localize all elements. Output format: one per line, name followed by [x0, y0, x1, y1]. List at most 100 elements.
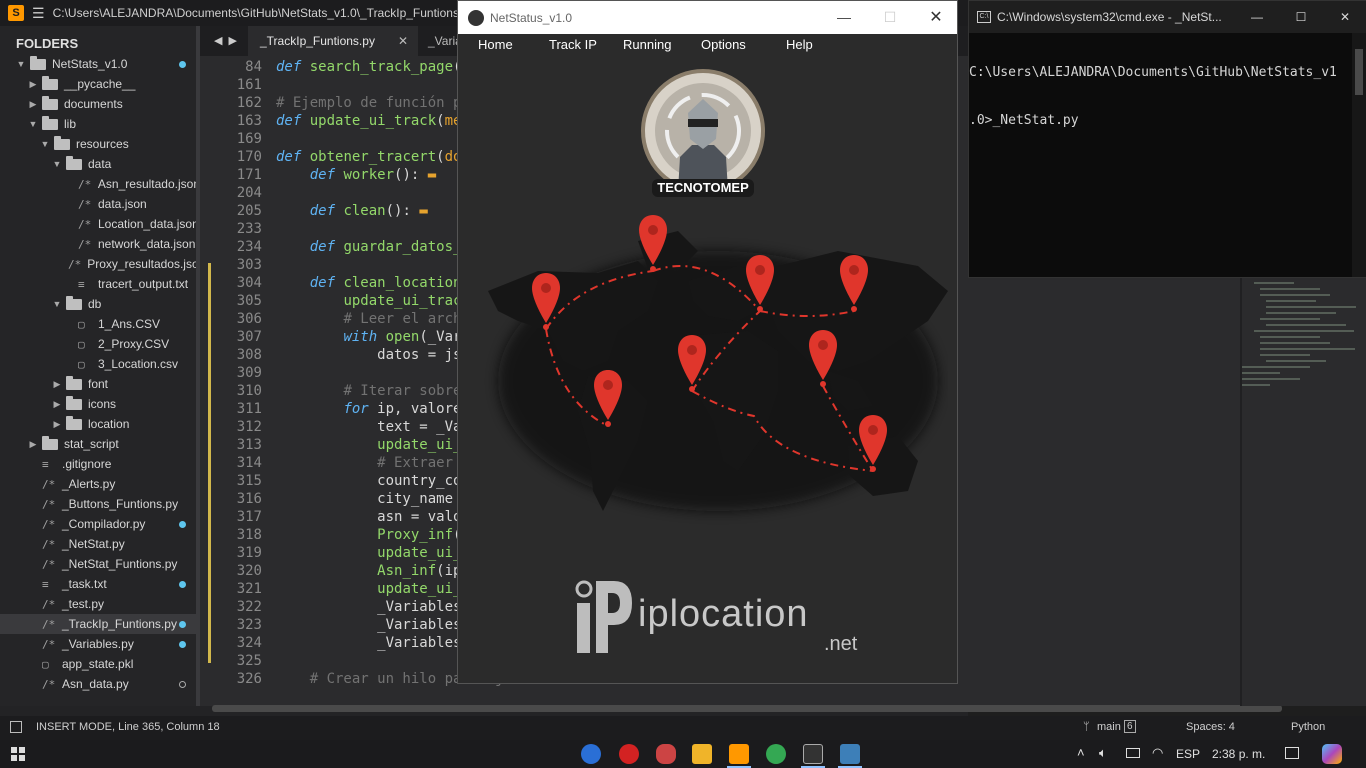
copilot-icon[interactable]	[1322, 744, 1342, 764]
menu-home[interactable]: Home	[478, 37, 513, 52]
chevron-down-icon[interactable]: ▼	[16, 59, 26, 69]
menu-icon[interactable]: ☰	[32, 5, 45, 22]
sidebar-file[interactable]: /* _Variables.py	[0, 634, 200, 654]
wifi-icon[interactable]: ◠	[1152, 745, 1163, 761]
code-line[interactable]: with open(_Var	[276, 328, 461, 346]
chevron-down-icon[interactable]: ▼	[40, 139, 50, 149]
minimize-icon[interactable]: —	[1235, 1, 1279, 33]
code-line[interactable]: update_ui_trac	[276, 292, 461, 310]
file-explorer-icon[interactable]	[692, 744, 712, 764]
edge-icon[interactable]	[581, 744, 601, 764]
close-icon[interactable]: ✕	[1323, 1, 1366, 33]
code-line[interactable]: update_ui_	[276, 580, 461, 598]
code-line[interactable]: Proxy_inf(	[276, 526, 461, 544]
sidebar-folder[interactable]: ▼ resources	[0, 134, 200, 154]
cmd-taskbar-icon[interactable]	[803, 744, 823, 764]
code-line[interactable]: datos = js	[276, 346, 461, 364]
sidebar-file[interactable]: /* Asn_resultado.json	[0, 174, 200, 194]
sidebar-folder[interactable]: ▼ db	[0, 294, 200, 314]
sidebar-folder[interactable]: ▶ stat_script	[0, 434, 200, 454]
code-line[interactable]: # Extraer	[276, 454, 453, 472]
code-line[interactable]: update_ui_	[276, 544, 461, 562]
cmd-output[interactable]: C:\Users\ALEJANDRA\Documents\GitHub\NetS…	[969, 33, 1353, 161]
sidebar-folder[interactable]: ▶ documents	[0, 94, 200, 114]
code-line[interactable]: asn = valo	[276, 508, 461, 526]
menu-running[interactable]: Running	[623, 37, 671, 52]
tray-chevron-icon[interactable]: ˄	[1077, 745, 1085, 760]
tab-nav-arrows[interactable]: ◀▶	[214, 26, 243, 56]
chevron-right-icon[interactable]: ▶	[28, 79, 38, 90]
clock[interactable]: 2:38 p. m.	[1212, 747, 1265, 761]
code-line[interactable]: def clean_location	[276, 274, 462, 292]
sidebar-file[interactable]: ▢ 3_Location.csv	[0, 354, 200, 374]
sidebar-file[interactable]: /* Proxy_resultados.json	[0, 254, 200, 274]
code-line[interactable]: _Variables	[276, 598, 461, 616]
code-line[interactable]: # Leer el arch	[276, 310, 461, 328]
chevron-down-icon[interactable]: ▼	[52, 159, 62, 169]
code-line[interactable]: _Variables	[276, 616, 461, 634]
status-syntax[interactable]: Python	[1291, 721, 1325, 733]
code-line[interactable]: _Variables	[276, 634, 461, 652]
sublime-taskbar-icon[interactable]	[729, 744, 749, 764]
code-line[interactable]: def search_track_page(	[276, 58, 461, 76]
minimize-icon[interactable]: —	[821, 1, 867, 34]
sidebar-folder[interactable]: ▼ data	[0, 154, 200, 174]
sidebar-file[interactable]: /* Location_data.json	[0, 214, 200, 234]
close-icon[interactable]: ✕	[398, 26, 408, 56]
sidebar-file[interactable]: ▢ 2_Proxy.CSV	[0, 334, 200, 354]
sidebar-file[interactable]: ▢ 1_Ans.CSV	[0, 314, 200, 334]
status-branch[interactable]: main	[1097, 721, 1121, 733]
battery-icon[interactable]	[1126, 748, 1140, 758]
code-line[interactable]: for ip, valore	[276, 400, 461, 418]
code-line[interactable]: country_co	[276, 472, 461, 490]
opera-icon[interactable]	[619, 744, 639, 764]
maximize-icon[interactable]: ☐	[1279, 1, 1323, 33]
close-icon[interactable]: ✕	[913, 1, 959, 34]
tab-trackip-funtions[interactable]: _TrackIp_Funtions.py ✕	[248, 26, 418, 56]
sidebar-file[interactable]: /* _Compilador.py	[0, 514, 200, 534]
sidebar-file[interactable]: /* _test.py	[0, 594, 200, 614]
sidebar-folder[interactable]: ▼ NetStats_v1.0	[0, 54, 200, 74]
language-indicator[interactable]: ESP	[1176, 747, 1200, 761]
code-line[interactable]: city_name	[276, 490, 453, 508]
cmd-scrollbar[interactable]	[1352, 33, 1366, 277]
code-line[interactable]: def worker(): ▬	[276, 166, 436, 184]
sidebar-file[interactable]: /* Asn_data.py	[0, 674, 200, 694]
code-line[interactable]: update_ui_	[276, 436, 461, 454]
chevron-right-icon[interactable]: ▶	[52, 379, 62, 390]
volume-icon[interactable]: 🔈︎	[1099, 745, 1107, 761]
chevron-right-icon[interactable]: ▶	[28, 99, 38, 110]
sidebar-file[interactable]: ≡ _task.txt	[0, 574, 200, 594]
app-icon[interactable]	[656, 744, 676, 764]
sidebar-file[interactable]: /* _NetStat_Funtions.py	[0, 554, 200, 574]
code-line[interactable]: def clean(): ▬	[276, 202, 428, 220]
menu-track-ip[interactable]: Track IP	[549, 37, 597, 52]
code-line[interactable]: def obtener_tracert(do	[276, 148, 461, 166]
chevron-right-icon[interactable]: ▶	[52, 419, 62, 430]
status-spaces[interactable]: Spaces: 4	[1186, 721, 1235, 733]
notifications-icon[interactable]	[1285, 747, 1299, 759]
sidebar-file[interactable]: /* data.json	[0, 194, 200, 214]
sidebar-folder[interactable]: ▼ lib	[0, 114, 200, 134]
horizontal-scrollbar[interactable]	[212, 705, 1282, 712]
chrome-icon[interactable]	[766, 744, 786, 764]
sidebar-file[interactable]: /* _NetStat.py	[0, 534, 200, 554]
chevron-right-icon[interactable]: ▶	[28, 439, 38, 450]
panel-toggle-icon[interactable]	[10, 721, 22, 733]
sidebar-folder[interactable]: ▶ font	[0, 374, 200, 394]
sidebar-file[interactable]: /* _Alerts.py	[0, 474, 200, 494]
code-line[interactable]: def guardar_datos_	[276, 238, 462, 256]
code-line[interactable]: def update_ui_track(me	[276, 112, 461, 130]
sidebar-file[interactable]: ≡ .gitignore	[0, 454, 200, 474]
menu-options[interactable]: Options	[701, 37, 746, 52]
python-app-icon[interactable]	[840, 744, 860, 764]
chevron-right-icon[interactable]: ▶	[52, 399, 62, 410]
sidebar-file[interactable]: /* _TrackIp_Funtions.py	[0, 614, 200, 634]
sidebar-file[interactable]: /* _Buttons_Funtions.py	[0, 494, 200, 514]
code-line[interactable]: Asn_inf(ip	[276, 562, 461, 580]
sidebar-file[interactable]: /* network_data.json	[0, 234, 200, 254]
chevron-down-icon[interactable]: ▼	[28, 119, 38, 129]
menu-help[interactable]: Help	[786, 37, 813, 52]
code-line[interactable]: # Ejemplo de función p	[276, 94, 461, 112]
chevron-down-icon[interactable]: ▼	[52, 299, 62, 309]
